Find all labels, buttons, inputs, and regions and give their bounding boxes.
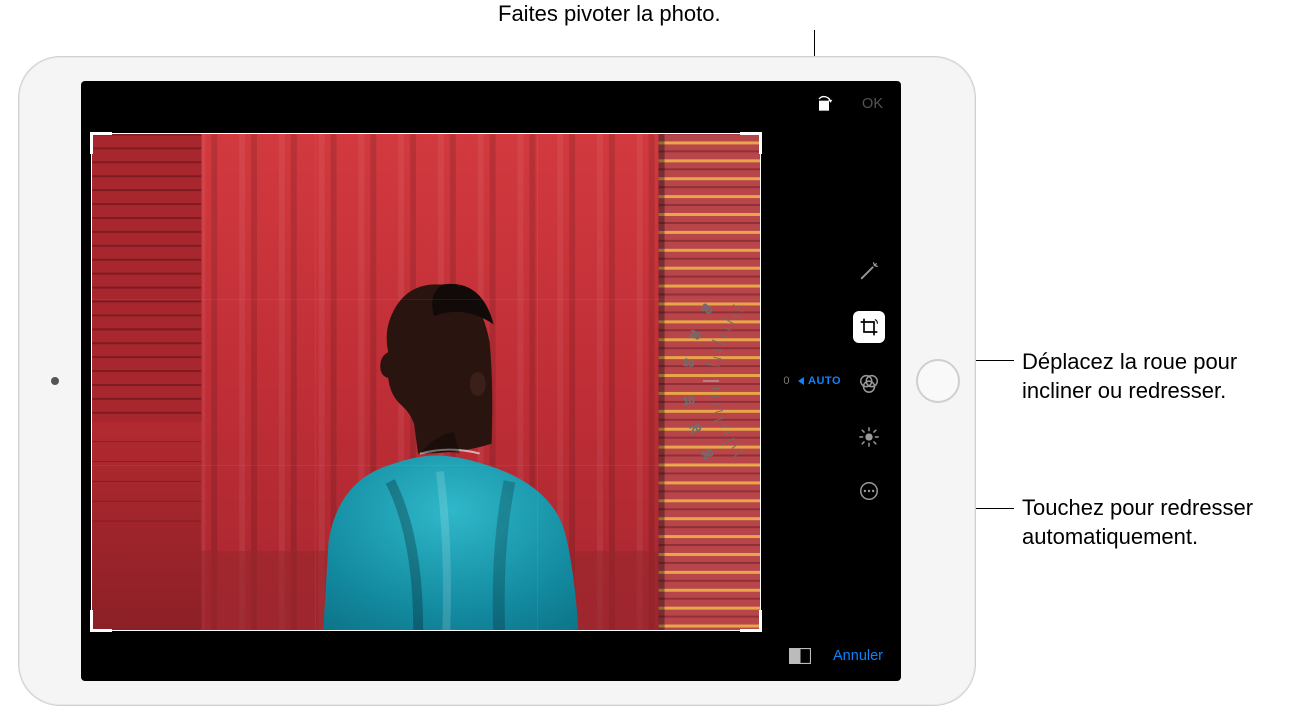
auto-straighten-label: AUTO [808, 375, 841, 387]
more-tool[interactable] [855, 477, 883, 505]
dial-center-value: 0 [783, 375, 790, 387]
crop-grid-line [315, 134, 316, 630]
photo-preview [92, 134, 760, 630]
crop-handle-bottom-left[interactable] [90, 610, 112, 632]
edit-tool-column [853, 257, 885, 505]
crop-grid-line [537, 134, 538, 630]
crop-handle-bottom-right[interactable] [740, 610, 762, 632]
crop-handle-top-right[interactable] [740, 132, 762, 154]
done-button[interactable]: OK [862, 96, 883, 112]
editor-topbar: OK [81, 81, 901, 127]
chevron-left-icon [798, 377, 804, 385]
callout-rotate: Faites pivoter la photo. [498, 0, 721, 29]
editor-bottombar: Annuler [81, 637, 901, 681]
svg-text:10: 10 [683, 395, 696, 407]
cancel-button[interactable]: Annuler [833, 648, 883, 664]
screen: OK [81, 81, 901, 681]
callout-auto: Touchez pour redresser automatiquement. [1022, 494, 1253, 551]
svg-text:30: 30 [700, 447, 716, 462]
auto-straighten-button[interactable]: 0 AUTO [783, 375, 841, 387]
svg-text:10: 10 [682, 357, 695, 369]
adjust-tool[interactable] [855, 423, 883, 451]
crop-handle-top-left[interactable] [90, 132, 112, 154]
svg-text:30: 30 [699, 302, 715, 317]
filters-tool[interactable] [855, 369, 883, 397]
crop-grid-line [92, 465, 760, 466]
svg-text:20: 20 [688, 329, 703, 343]
callout-wheel: Déplacez la roue pour incliner ou redres… [1022, 348, 1237, 405]
crop-canvas[interactable] [81, 127, 771, 637]
ipad-frame: OK [18, 56, 976, 706]
rotate-photo-button[interactable] [814, 94, 834, 114]
crop-grid-line [92, 299, 760, 300]
aspect-ratio-button[interactable] [789, 648, 811, 664]
svg-text:20: 20 [689, 422, 704, 436]
auto-enhance-tool[interactable] [855, 257, 883, 285]
crop-frame[interactable] [91, 133, 761, 631]
crop-rotate-tool[interactable] [853, 311, 885, 343]
home-button[interactable] [916, 359, 960, 403]
front-camera [51, 377, 59, 385]
